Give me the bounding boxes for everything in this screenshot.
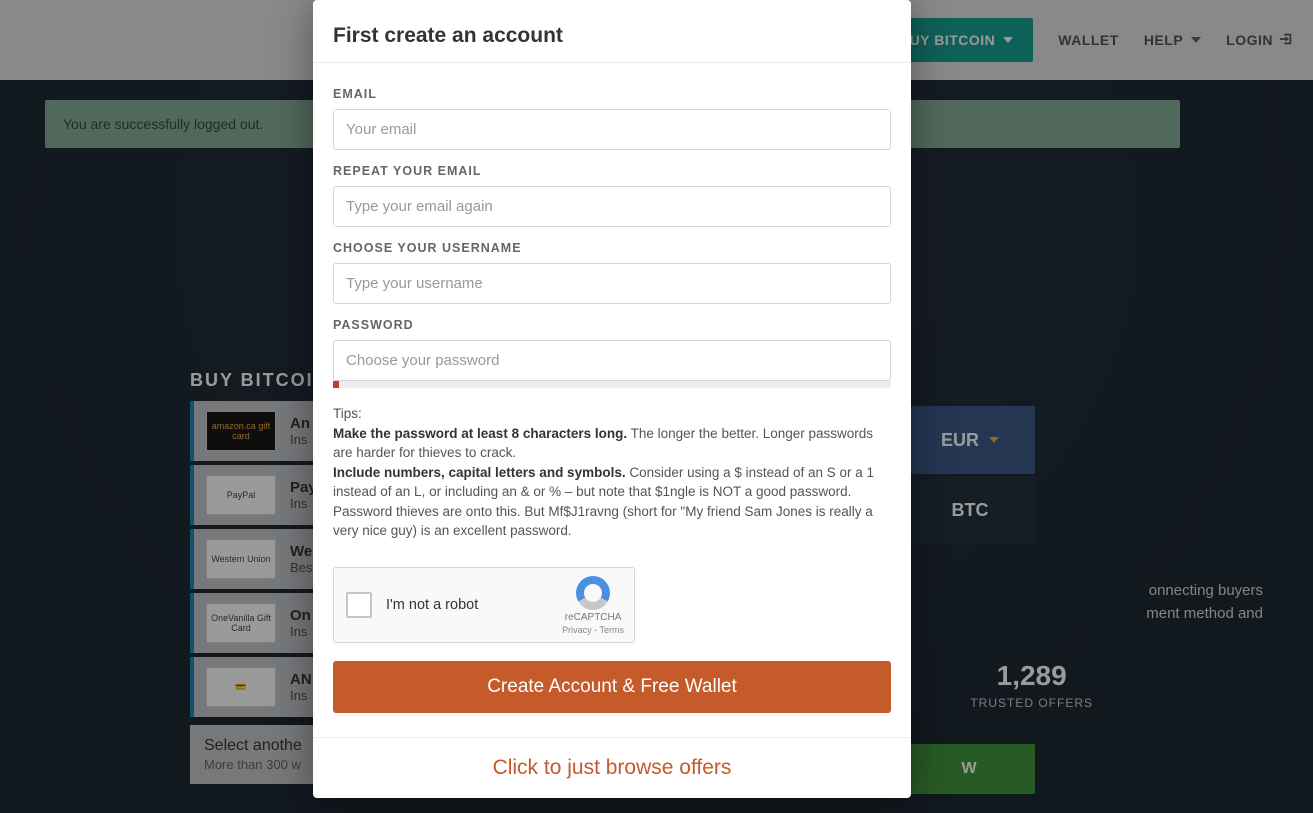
username-group: CHOOSE YOUR USERNAME — [333, 241, 891, 304]
email-label: EMAIL — [333, 87, 891, 101]
tip2-bold: Include numbers, capital letters and sym… — [333, 465, 626, 480]
password-group: PASSWORD — [333, 318, 891, 388]
username-label: CHOOSE YOUR USERNAME — [333, 241, 891, 255]
repeat-email-group: REPEAT YOUR EMAIL — [333, 164, 891, 227]
recaptcha-checkbox[interactable] — [346, 592, 372, 618]
password-tips: Tips: Make the password at least 8 chara… — [333, 404, 891, 541]
modal-title: First create an account — [333, 24, 891, 48]
repeat-email-label: REPEAT YOUR EMAIL — [333, 164, 891, 178]
repeat-email-input[interactable] — [333, 186, 891, 227]
email-group: EMAIL — [333, 87, 891, 150]
tip1-bold: Make the password at least 8 characters … — [333, 426, 627, 441]
recaptcha-widget[interactable]: I'm not a robot reCAPTCHA Privacy - Term… — [333, 567, 635, 643]
email-input[interactable] — [333, 109, 891, 150]
password-input[interactable] — [333, 340, 891, 381]
tips-intro: Tips: — [333, 406, 362, 421]
signup-modal: First create an account EMAIL REPEAT YOU… — [313, 0, 911, 798]
recaptcha-badge: reCAPTCHA Privacy - Terms — [562, 576, 624, 635]
recaptcha-privacy-terms: Privacy - Terms — [562, 625, 624, 635]
modal-header: First create an account — [313, 0, 911, 63]
recaptcha-icon — [576, 576, 610, 610]
browse-offers-link[interactable]: Click to just browse offers — [333, 738, 891, 788]
username-input[interactable] — [333, 263, 891, 304]
password-strength-meter — [333, 381, 891, 388]
password-label: PASSWORD — [333, 318, 891, 332]
create-account-button[interactable]: Create Account & Free Wallet — [333, 661, 891, 713]
modal-body: EMAIL REPEAT YOUR EMAIL CHOOSE YOUR USER… — [313, 63, 911, 788]
recaptcha-label: I'm not a robot — [386, 597, 478, 613]
recaptcha-caption: reCAPTCHA — [562, 612, 624, 623]
